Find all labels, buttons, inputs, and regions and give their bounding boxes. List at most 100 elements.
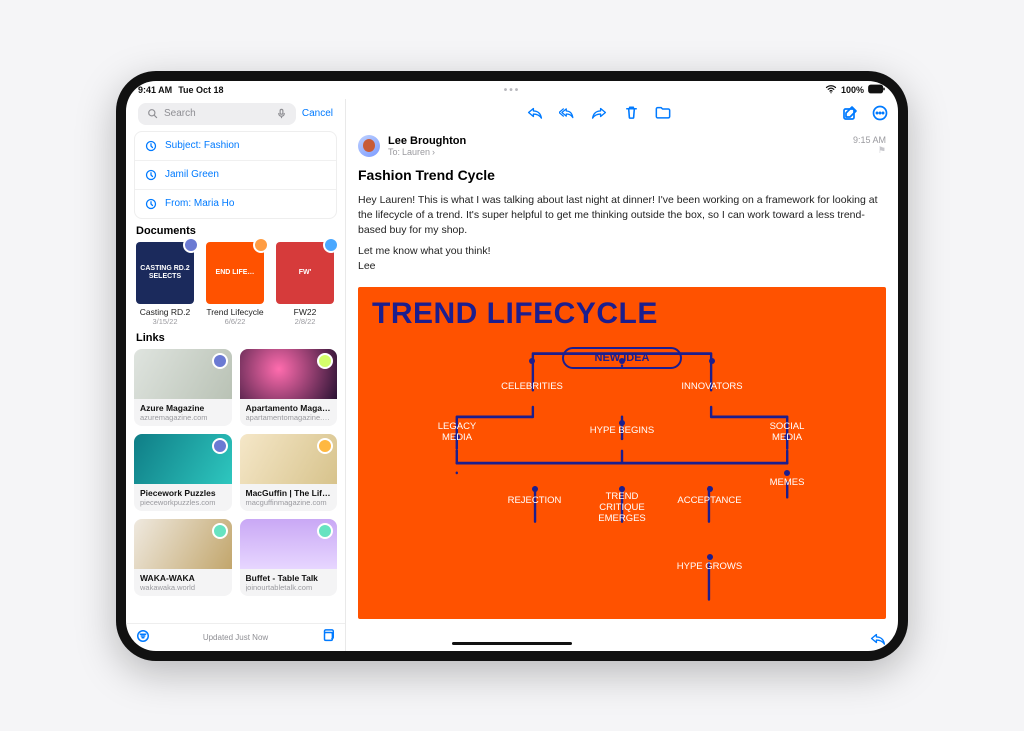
document-item[interactable]: END LIFE… Trend Lifecycle 6/6/22 bbox=[204, 242, 266, 326]
cancel-button[interactable]: Cancel bbox=[302, 108, 333, 119]
document-date: 6/6/22 bbox=[204, 317, 266, 326]
trash-icon[interactable] bbox=[623, 105, 639, 121]
battery-icon bbox=[868, 84, 886, 96]
link-title: Buffet - Table Talk bbox=[246, 573, 332, 583]
link-preview bbox=[134, 349, 232, 399]
link-url: azuremagazine.com bbox=[140, 413, 226, 422]
status-bar: 9:41 AM Tue Oct 18 ••• 100% bbox=[126, 81, 898, 99]
mailboxes-button[interactable] bbox=[321, 629, 335, 645]
link-preview bbox=[134, 519, 232, 569]
search-placeholder: Search bbox=[164, 108, 270, 119]
attachment-infographic[interactable]: TREND LIFECYCLE NEW IDEA bbox=[358, 287, 886, 619]
node-hype-begins: HYPE BEGINS bbox=[590, 425, 654, 436]
link-url: apartamentomagazine.c… bbox=[246, 413, 332, 422]
link-title: WAKA-WAKA bbox=[140, 573, 226, 583]
chevron-right-icon: › bbox=[432, 147, 435, 157]
more-icon[interactable] bbox=[872, 105, 888, 121]
compose-icon[interactable] bbox=[842, 105, 858, 121]
reply-icon[interactable] bbox=[527, 105, 543, 121]
mail-toolbar bbox=[346, 99, 898, 127]
message-header: Lee Broughton To: Lauren › 9:15 AM ⚑ bbox=[358, 135, 886, 157]
wifi-icon bbox=[825, 83, 837, 97]
suggestion-person[interactable]: Jamil Green bbox=[135, 160, 336, 189]
link-preview bbox=[240, 349, 338, 399]
document-title: Trend Lifecycle bbox=[204, 307, 266, 317]
node-rejection: REJECTION bbox=[508, 495, 562, 506]
avatar-badge bbox=[323, 237, 339, 253]
links-header: Links bbox=[136, 332, 335, 344]
document-title: FW22 bbox=[274, 307, 336, 317]
links-grid: Azure Magazine azuremagazine.com Apartam… bbox=[134, 349, 337, 596]
link-item[interactable]: MacGuffin | The Lif… macguffinmagazine.c… bbox=[240, 434, 338, 511]
node-memes: MEMES bbox=[770, 477, 805, 488]
mail-pane: Lee Broughton To: Lauren › 9:15 AM ⚑ bbox=[346, 99, 898, 651]
attachment-title: TREND LIFECYCLE bbox=[372, 297, 872, 331]
sender-avatar[interactable] bbox=[358, 135, 380, 157]
link-preview bbox=[240, 434, 338, 484]
screen: 9:41 AM Tue Oct 18 ••• 100% Search bbox=[126, 81, 898, 651]
recipient-line[interactable]: To: Lauren › bbox=[388, 147, 466, 157]
search-suggestions: Subject: Fashion Jamil Green From: Maria… bbox=[134, 131, 337, 219]
multitask-dots-icon[interactable]: ••• bbox=[504, 85, 521, 96]
avatar-badge bbox=[212, 353, 228, 369]
suggestion-subject[interactable]: Subject: Fashion bbox=[135, 132, 336, 160]
ipad-device: 9:41 AM Tue Oct 18 ••• 100% Search bbox=[116, 71, 908, 661]
link-item[interactable]: Piecework Puzzles pieceworkpuzzles.com bbox=[134, 434, 232, 511]
forward-icon[interactable] bbox=[591, 105, 607, 121]
avatar-badge bbox=[183, 237, 199, 253]
link-item[interactable]: Buffet - Table Talk joinourtabletalk.com bbox=[240, 519, 338, 596]
message-time: 9:15 AM bbox=[853, 135, 886, 145]
documents-header: Documents bbox=[136, 225, 335, 237]
message-body-p2: Let me know what you think! Lee bbox=[358, 244, 886, 274]
link-url: macguffinmagazine.com bbox=[246, 498, 332, 507]
link-title: Apartamento Maga… bbox=[246, 403, 332, 413]
node-legacy-media: LEGACY MEDIA bbox=[438, 421, 477, 443]
battery-percent: 100% bbox=[841, 85, 864, 95]
avatar-badge bbox=[212, 523, 228, 539]
link-url: pieceworkpuzzles.com bbox=[140, 498, 226, 507]
message-subject: Fashion Trend Cycle bbox=[358, 167, 886, 183]
document-item[interactable]: FW' FW22 2/8/22 bbox=[274, 242, 336, 326]
suggestion-from[interactable]: From: Maria Ho bbox=[135, 189, 336, 218]
document-date: 3/15/22 bbox=[134, 317, 196, 326]
link-title: MacGuffin | The Lif… bbox=[246, 488, 332, 498]
document-item[interactable]: CASTING RD.2 SELECTS Casting RD.2 3/15/2… bbox=[134, 242, 196, 326]
search-icon bbox=[144, 106, 160, 122]
node-acceptance: ACCEPTANCE bbox=[677, 495, 741, 506]
avatar-badge bbox=[317, 523, 333, 539]
move-folder-icon[interactable] bbox=[655, 105, 671, 121]
link-item[interactable]: Apartamento Maga… apartamentomagazine.c… bbox=[240, 349, 338, 426]
home-indicator[interactable] bbox=[452, 642, 572, 645]
mic-icon[interactable] bbox=[274, 106, 290, 122]
node-innovators: INNOVATORS bbox=[681, 381, 742, 392]
sender-name[interactable]: Lee Broughton bbox=[388, 135, 466, 147]
sync-status: Updated Just Now bbox=[203, 633, 268, 642]
link-url: wakawaka.world bbox=[140, 583, 226, 592]
document-title: Casting RD.2 bbox=[134, 307, 196, 317]
status-time: 9:41 AM bbox=[138, 85, 172, 95]
recent-icon bbox=[143, 138, 159, 154]
link-item[interactable]: WAKA-WAKA wakawaka.world bbox=[134, 519, 232, 596]
document-date: 2/8/22 bbox=[274, 317, 336, 326]
link-preview bbox=[240, 519, 338, 569]
flowchart: NEW IDEA bbox=[372, 339, 872, 619]
search-sidebar: Search Cancel Subject: Fashion Jamil Gre bbox=[126, 99, 346, 651]
search-input[interactable]: Search bbox=[138, 103, 296, 125]
node-critique: TREND CRITIQUE EMERGES bbox=[598, 491, 646, 524]
reply-all-icon[interactable] bbox=[559, 105, 575, 121]
link-url: joinourtabletalk.com bbox=[246, 583, 332, 592]
filter-button[interactable] bbox=[136, 629, 150, 645]
avatar-badge bbox=[212, 438, 228, 454]
doc-thumb-label: END LIFE… bbox=[216, 269, 255, 277]
flag-icon[interactable]: ⚑ bbox=[853, 145, 886, 156]
link-preview bbox=[134, 434, 232, 484]
reply-footer-icon[interactable] bbox=[870, 631, 886, 647]
link-item[interactable]: Azure Magazine azuremagazine.com bbox=[134, 349, 232, 426]
documents-row: CASTING RD.2 SELECTS Casting RD.2 3/15/2… bbox=[134, 242, 337, 326]
suggestion-label: From: Maria Ho bbox=[165, 198, 234, 209]
node-hype-grows: HYPE GROWS bbox=[677, 561, 742, 572]
message-body-p1: Hey Lauren! This is what I was talking a… bbox=[358, 193, 886, 239]
status-date: Tue Oct 18 bbox=[178, 85, 223, 95]
message-footer bbox=[346, 627, 898, 651]
avatar-badge bbox=[253, 237, 269, 253]
